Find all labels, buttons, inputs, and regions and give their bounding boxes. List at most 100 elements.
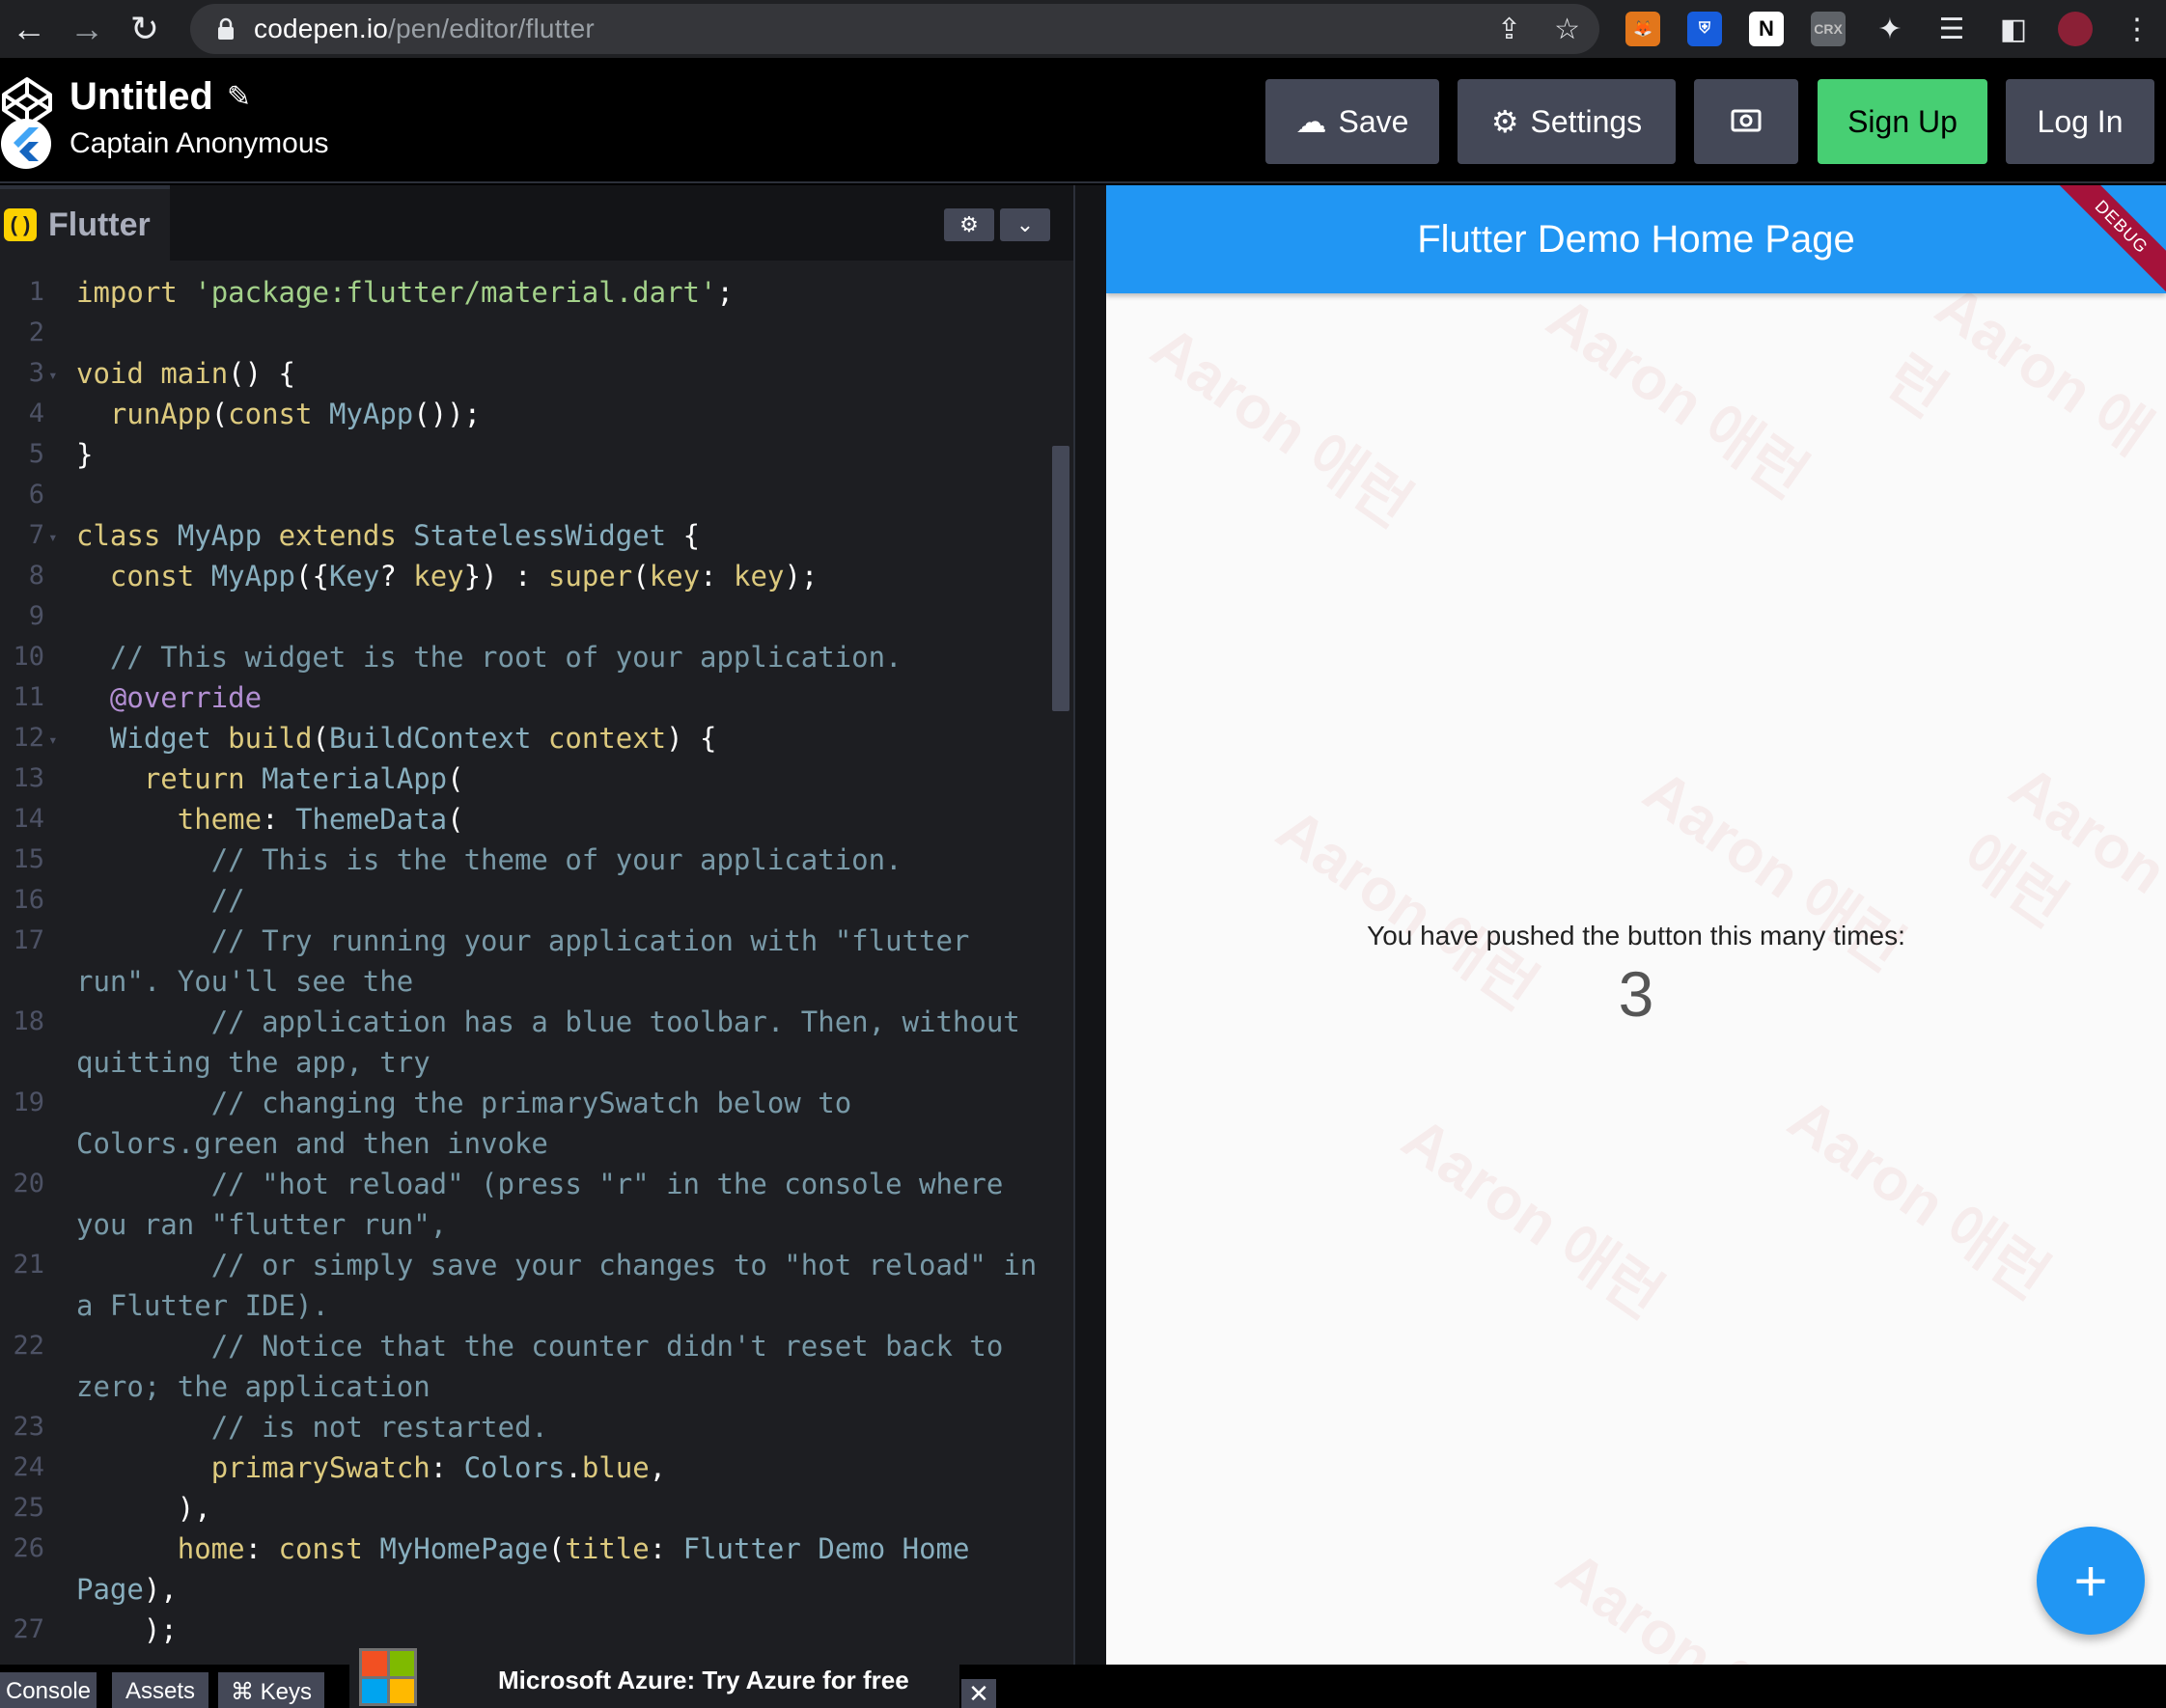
line-number: 14 <box>13 804 44 834</box>
line-number: 24 <box>13 1452 44 1482</box>
share-icon[interactable]: ⇪ <box>1497 13 1521 46</box>
code-line: // application has a blue toolbar. Then,… <box>210 1006 1020 1038</box>
pen-title[interactable]: Untitled <box>69 75 213 119</box>
increment-button[interactable]: + <box>2037 1527 2145 1635</box>
code-area[interactable]: 1 import 'package:flutter/material.dart';… <box>0 261 1052 1665</box>
line-number: 22 <box>13 1331 44 1361</box>
bitwarden-icon[interactable]: ⛨ <box>1674 0 1736 58</box>
assets-button[interactable]: Assets <box>112 1672 208 1708</box>
code-line: } <box>76 438 94 471</box>
line-number: 23 <box>13 1412 44 1442</box>
preview-pane: Aaron 애런 Aaron 애런 Aaron 애런 Aaron 애런 Aaro… <box>1106 185 2166 1665</box>
cloud-icon: ☁ <box>1295 104 1327 139</box>
editor-menu-button[interactable]: ⌄ <box>1000 208 1050 241</box>
code-line: Page), <box>76 1573 178 1606</box>
code-line: Colors.green and then invoke <box>76 1127 548 1160</box>
code-line: // or simply save your changes to "hot r… <box>210 1249 1038 1281</box>
notion-icon[interactable]: N <box>1736 0 1797 58</box>
line-number: 7 <box>28 520 44 550</box>
ad-text[interactable]: Microsoft Azure: Try Azure for free <box>498 1666 909 1695</box>
plus-icon: + <box>2073 1548 2108 1613</box>
counter-label: You have pushed the button this many tim… <box>1367 921 1905 950</box>
star-icon[interactable]: ☆ <box>1554 13 1580 46</box>
code-line: // This is the theme of your application… <box>210 843 902 876</box>
code-line: return MaterialApp( <box>143 762 464 795</box>
save-label: Save <box>1338 103 1409 139</box>
line-number: 11 <box>13 682 44 712</box>
gear-icon: ⚙ <box>1490 104 1519 139</box>
line-number: 4 <box>28 399 44 428</box>
code-line: @override <box>109 681 263 714</box>
url-host: codepen.io <box>254 14 389 43</box>
address-bar[interactable]: codepen.io/pen/editor/flutter ⇪ ☆ <box>190 4 1599 54</box>
watermark: Aaron 애런 <box>1544 1539 1829 1665</box>
code-editor-pane: ( ) Flutter ⚙ ⌄ 1 import 'package:flutter… <box>0 185 1073 1665</box>
url-path: /pen/editor/flutter <box>388 14 595 43</box>
pen-author[interactable]: Captain Anonymous <box>69 127 329 160</box>
tab-flutter[interactable]: ( ) Flutter <box>0 185 170 261</box>
editor-tabbar: ( ) Flutter ⚙ ⌄ <box>0 185 1073 261</box>
pencil-icon[interactable]: ✎ <box>227 80 251 114</box>
avatar[interactable] <box>2044 0 2106 58</box>
reload-icon[interactable]: ↻ <box>116 0 174 58</box>
line-number: 5 <box>28 439 44 469</box>
media-icon[interactable]: ☰ <box>1921 0 1983 58</box>
pen-header: Untitled ✎ Captain Anonymous ☁ Save ⚙ Sett… <box>0 58 2166 183</box>
close-icon[interactable]: ✕ <box>961 1679 996 1708</box>
gear-icon: ⚙ <box>959 212 979 236</box>
code-line: ), <box>76 1492 211 1525</box>
watermark: Aaron 애런 <box>1776 1086 2061 1312</box>
keys-button[interactable]: ⌘ Keys <box>218 1672 324 1708</box>
line-number: 8 <box>28 561 44 591</box>
editor-scrollbar[interactable] <box>1052 446 1069 711</box>
sidepanel-icon[interactable]: ◧ <box>1983 0 2044 58</box>
code-line: // is not restarted. <box>210 1411 548 1444</box>
forward-icon[interactable]: → <box>58 0 116 58</box>
line-number: 12 <box>13 723 44 753</box>
back-icon[interactable]: ← <box>0 0 58 58</box>
microsoft-logo-icon <box>359 1648 417 1706</box>
code-line: const MyApp({Key? key}) : super(key: key… <box>109 560 819 592</box>
crx-icon[interactable]: CRX <box>1797 0 1859 58</box>
extensions-bar: 🦊 ⛨ N CRX ✦ ☰ ◧ ⋮ <box>1612 0 2166 58</box>
save-button[interactable]: ☁ Save <box>1265 79 1439 164</box>
app-title: Flutter Demo Home Page <box>1417 217 1855 261</box>
lock-icon <box>211 14 240 43</box>
line-number: 10 <box>13 642 44 672</box>
layout-icon <box>1731 104 1762 140</box>
fold-arrow-icon[interactable]: ▾ <box>48 720 58 760</box>
chevron-down-icon: ⌄ <box>1015 212 1035 236</box>
login-button[interactable]: Log In <box>2006 79 2154 164</box>
signup-button[interactable]: Sign Up <box>1818 79 1987 164</box>
line-number: 3 <box>28 358 44 388</box>
code-line: Widget build(BuildContext context) { <box>109 722 717 755</box>
code-line: import 'package:flutter/material.dart'; <box>76 276 734 309</box>
code-line: // Try running your application with "fl… <box>210 924 970 957</box>
code-line: runApp(const MyApp()); <box>109 398 482 430</box>
code-line: primarySwatch: Colors.blue, <box>210 1451 667 1484</box>
settings-button[interactable]: ⚙ Settings <box>1458 79 1676 164</box>
metamask-icon[interactable]: 🦊 <box>1612 0 1674 58</box>
fold-arrow-icon[interactable]: ▾ <box>48 355 58 396</box>
code-line: you ran "flutter run", <box>76 1208 448 1241</box>
puzzle-icon[interactable]: ✦ <box>1859 0 1921 58</box>
editor-settings-button[interactable]: ⚙ <box>944 208 994 241</box>
flutter-tab-icon: ( ) <box>4 208 37 241</box>
console-button[interactable]: Console <box>0 1672 97 1708</box>
fold-arrow-icon[interactable]: ▾ <box>48 517 58 558</box>
menu-icon[interactable]: ⋮ <box>2106 0 2166 58</box>
line-number: 21 <box>13 1250 44 1280</box>
resize-splitter[interactable] <box>1073 185 1106 1665</box>
line-number: 16 <box>13 885 44 915</box>
line-number: 2 <box>28 317 44 347</box>
line-number: 9 <box>28 601 44 631</box>
watermark: Aaron 애런 <box>1535 285 1819 511</box>
change-view-button[interactable] <box>1694 79 1798 164</box>
line-number: 17 <box>13 925 44 955</box>
code-line: // changing the primarySwatch below to <box>210 1087 852 1119</box>
code-line: a Flutter IDE). <box>76 1289 329 1322</box>
code-line: home: const MyHomePage(title: Flutter De… <box>177 1532 970 1565</box>
line-number: 15 <box>13 844 44 874</box>
url-text: codepen.io/pen/editor/flutter <box>254 14 595 44</box>
code-line: run". You'll see the <box>76 965 414 998</box>
